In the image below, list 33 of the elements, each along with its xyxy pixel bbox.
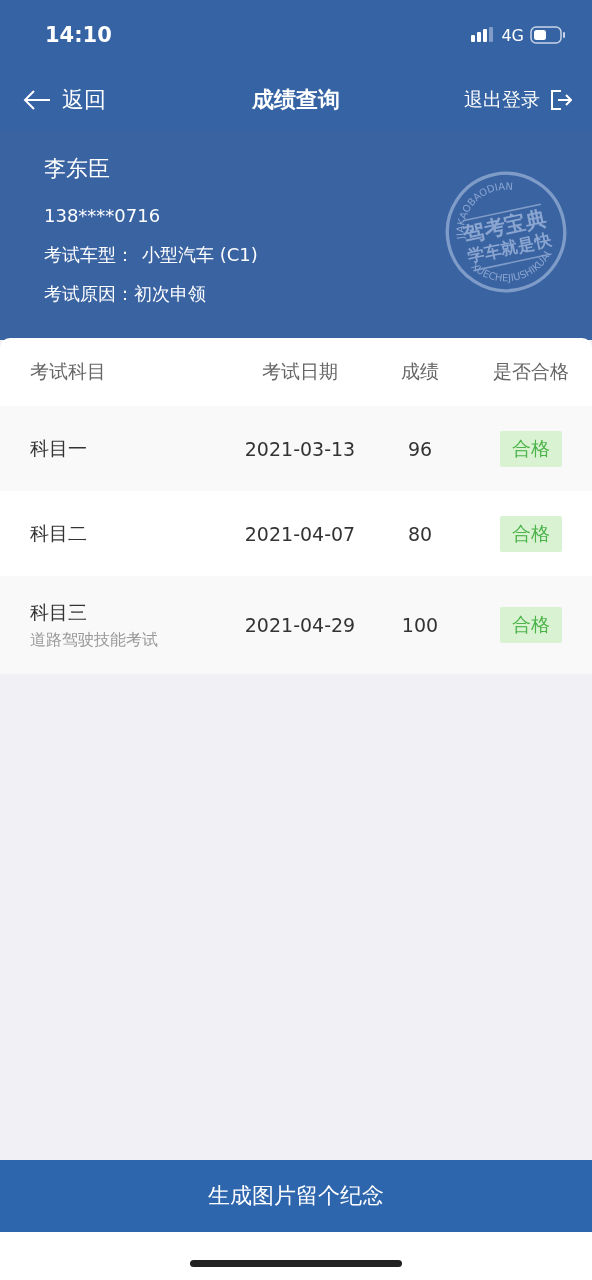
date-cell-text: 2021-03-13	[243, 437, 357, 460]
date-cell-text: 2021-04-07	[243, 522, 357, 545]
column-header: 考试日期	[261, 359, 339, 384]
subject-cell-text: 科目一	[30, 435, 87, 461]
logout-icon	[550, 89, 572, 111]
score-cell-text: 80	[406, 522, 434, 545]
back-button[interactable]: 返回	[22, 85, 106, 115]
score-cell-text: 100	[400, 614, 440, 636]
logout-button[interactable]: 退出登录	[464, 87, 572, 113]
subject-cell-text: 科目三	[30, 599, 87, 625]
result-badge: 合格	[500, 430, 562, 467]
network-label: 4G	[501, 25, 524, 45]
reason-label: 考试原因：	[44, 282, 134, 306]
back-arrow-icon	[22, 89, 52, 111]
reason-value: 初次申领	[134, 282, 206, 306]
subject-note: 道路驾驶技能考试	[30, 629, 158, 651]
subject-cell-text: 科目二	[30, 520, 87, 546]
battery-icon	[530, 26, 566, 44]
score-cell-text: 96	[406, 437, 434, 460]
page-title: 成绩查询	[252, 86, 340, 114]
column-header: 是否合格	[492, 359, 570, 384]
column-header: 考试科目	[29, 359, 107, 384]
car-type-label: 考试车型：	[44, 243, 134, 267]
user-name: 李东臣	[44, 155, 111, 183]
result-badge: 合格	[500, 515, 562, 552]
phone-number: 138****0716	[44, 204, 162, 228]
signal-icon	[471, 27, 496, 43]
column-header: 成绩	[400, 359, 440, 384]
car-type-value: 小型汽车 (C1)	[142, 243, 258, 267]
generate-image-button[interactable]: 生成图片留个纪念	[0, 1160, 592, 1232]
result-badge: 合格	[500, 607, 562, 643]
status-time: 14:10	[45, 23, 112, 47]
date-cell-text: 2021-04-29	[243, 614, 357, 636]
